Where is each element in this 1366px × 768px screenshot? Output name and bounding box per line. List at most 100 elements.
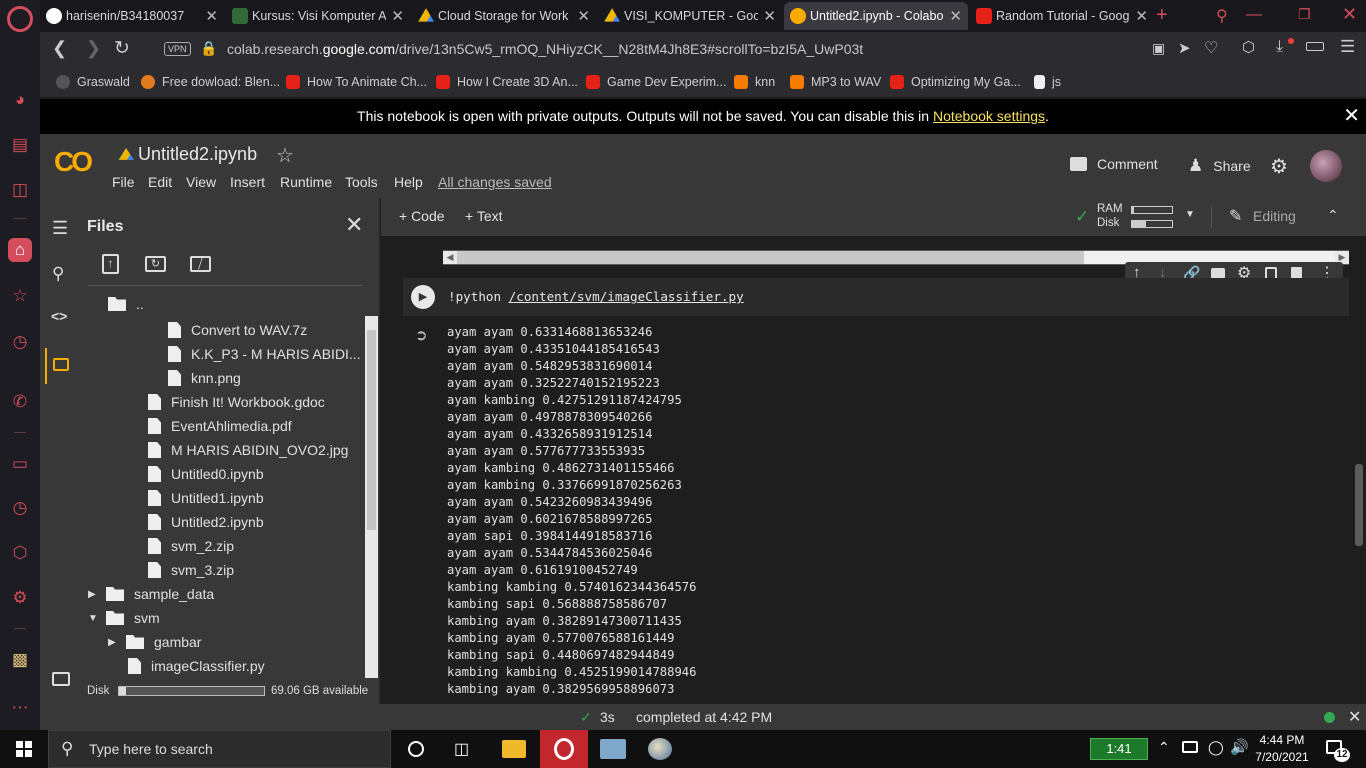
bookmark[interactable]: js [1034, 75, 1061, 89]
bookmark[interactable]: Graswald [56, 75, 130, 89]
url-text[interactable]: colab.research.google.com/drive/13n5Cw5_… [227, 41, 863, 57]
star-icon[interactable]: ☆ [276, 143, 294, 168]
menu-edit[interactable]: Edit [148, 174, 172, 190]
tab-drive[interactable]: Cloud Storage for Work a ✕ [412, 2, 596, 30]
twitch-icon[interactable]: ◫ [8, 178, 32, 202]
paint-icon[interactable] [648, 738, 672, 760]
menu-insert[interactable]: Insert [230, 174, 265, 190]
upload-icon[interactable]: ↑ [102, 254, 119, 274]
colab-logo[interactable]: CO [54, 146, 93, 178]
minimize-icon[interactable]: — [1246, 6, 1262, 24]
wifi-icon[interactable]: ◯ [1208, 739, 1224, 756]
chevron-right-icon[interactable]: ▶ [88, 589, 106, 600]
folder-item-sample-data[interactable]: ▶ sample_data [88, 586, 214, 602]
chevron-up-icon[interactable]: ⌃ [1158, 739, 1170, 756]
save-status[interactable]: All changes saved [438, 174, 552, 190]
battery-icon[interactable] [1182, 741, 1198, 753]
notebook-title[interactable]: Untitled2.ipynb [138, 144, 257, 165]
cell-code[interactable]: !python /content/svm/imageClassifier.py [448, 289, 744, 304]
tab-colab[interactable]: Untitled2.ipynb - Colabo ✕ [784, 2, 968, 30]
list-item[interactable]: knn.png [168, 370, 241, 386]
list-item[interactable]: Untitled1.ipynb [148, 490, 264, 506]
tab-github[interactable]: harisenin/B34180037 ✕ [40, 2, 224, 30]
close-icon[interactable]: ✕ [577, 7, 590, 25]
battery-time[interactable]: 1:41 [1090, 738, 1148, 760]
more-icon[interactable]: ⋯ [8, 696, 32, 720]
folder-item-svm[interactable]: ▼ svm [88, 610, 160, 626]
bookmark[interactable]: Optimizing My Ga... [890, 75, 1021, 89]
list-item[interactable]: imageClassifier.py [128, 658, 265, 674]
scrollbar-thumb[interactable] [457, 251, 1084, 264]
chevron-down-icon[interactable]: ▼ [1185, 209, 1195, 220]
execution-duration[interactable]: 3s [600, 709, 615, 725]
list-item[interactable]: K.K_P3 - M HARIS ABIDI... [168, 346, 361, 362]
bookmark[interactable]: How I Create 3D An... [436, 75, 578, 89]
close-icon[interactable]: ✕ [391, 7, 404, 25]
menu-tools[interactable]: Tools [345, 174, 378, 190]
clock[interactable]: 4:44 PM 7/20/2021 [1254, 732, 1310, 766]
menu-runtime[interactable]: Runtime [280, 174, 332, 190]
close-icon[interactable]: ✕ [1135, 7, 1148, 25]
volume-icon[interactable]: 🔊 [1230, 738, 1249, 756]
vertical-scrollbar-thumb[interactable] [1355, 464, 1363, 546]
close-status-icon[interactable]: ✕ [1348, 707, 1361, 727]
close-panel-icon[interactable]: ✕ [345, 212, 363, 238]
code-cell[interactable]: ▶ !python /content/svm/imageClassifier.p… [403, 278, 1349, 316]
menu-help[interactable]: Help [394, 174, 423, 190]
windows-start-icon[interactable] [16, 741, 32, 757]
list-item[interactable]: Untitled2.ipynb [148, 514, 264, 530]
vpn-badge[interactable]: VPN [164, 42, 191, 56]
back-icon[interactable]: ❮ [52, 38, 67, 59]
search-icon[interactable]: ⚲ [52, 264, 64, 284]
camera-icon[interactable]: ▣ [1152, 40, 1165, 57]
execution-completed[interactable]: completed at 4:42 PM [636, 709, 772, 725]
folder-item-gambar[interactable]: ▶ gambar [108, 634, 201, 650]
chevron-right-icon[interactable]: ▶ [108, 637, 126, 648]
cube-icon[interactable]: ⬡ [1242, 38, 1255, 56]
battery-saver-icon[interactable] [1306, 42, 1324, 51]
window-close-icon[interactable]: ✕ [1342, 4, 1357, 25]
speed-dial-icon[interactable]: ◕ [8, 88, 32, 112]
search-tabs-icon[interactable]: ⚲ [1216, 6, 1228, 26]
opera-logo-icon[interactable] [7, 6, 33, 32]
add-text-button[interactable]: + Text [465, 208, 503, 224]
menu-view[interactable]: View [186, 174, 216, 190]
bookmark[interactable]: Game Dev Experim... [586, 75, 726, 89]
cortana-icon[interactable] [408, 741, 424, 757]
close-icon[interactable]: ✕ [205, 7, 218, 25]
maximize-icon[interactable]: ❐ [1298, 6, 1311, 23]
collapse-header-icon[interactable]: ⌃ [1327, 207, 1339, 224]
close-icon[interactable]: ✕ [763, 7, 776, 25]
url-box[interactable]: VPN 🔒 colab.research.google.com/drive/13… [160, 36, 1140, 64]
send-icon[interactable]: ➤ [1178, 39, 1191, 57]
avatar[interactable] [1310, 150, 1342, 182]
bookmark[interactable]: MP3 to WAV [790, 75, 881, 89]
taskbar-search[interactable]: ⚲ Type here to search [48, 730, 391, 768]
list-item[interactable]: M HARIS ABIDIN_OVO2.jpg [148, 442, 348, 458]
clock-icon[interactable]: ◷ [8, 496, 32, 520]
heart-icon[interactable]: ♡ [1204, 38, 1218, 58]
list-item[interactable]: svm_2.zip [148, 538, 234, 554]
table-of-contents-icon[interactable]: ☰ [52, 218, 68, 239]
star-icon[interactable]: ☆ [8, 284, 32, 308]
list-item[interactable]: svm_3.zip [148, 562, 234, 578]
download-icon[interactable]: ⤓ [1276, 38, 1283, 56]
code-snippets-icon[interactable]: <> [51, 308, 67, 324]
tab-kursus[interactable]: Kursus: Visi Komputer A ✕ [226, 2, 410, 30]
home-icon[interactable]: ⌂ [8, 238, 32, 262]
list-item[interactable]: Convert to WAV.7z [168, 322, 307, 338]
control-panel-icon[interactable] [600, 739, 626, 759]
editing-mode[interactable]: Editing [1253, 208, 1296, 224]
resources-indicator[interactable]: RAM Disk [1097, 202, 1123, 230]
tab-visi-komputer[interactable]: VISI_KOMPUTER - Googl ✕ [598, 2, 782, 30]
file-explorer-icon[interactable] [502, 740, 526, 758]
lock-icon[interactable]: 🔒 [200, 40, 217, 57]
menu-file[interactable]: File [112, 174, 135, 190]
folder-icon[interactable] [53, 358, 69, 371]
settings-icon[interactable]: ⚙ [8, 586, 32, 610]
bookmark[interactable]: knn [734, 75, 775, 89]
bookmark[interactable]: Free dowload: Blen... [141, 75, 280, 89]
opera-taskbar-button[interactable] [540, 730, 588, 768]
whatsapp-icon[interactable]: ✆ [8, 390, 32, 414]
reload-icon[interactable]: ↻ [114, 37, 130, 60]
